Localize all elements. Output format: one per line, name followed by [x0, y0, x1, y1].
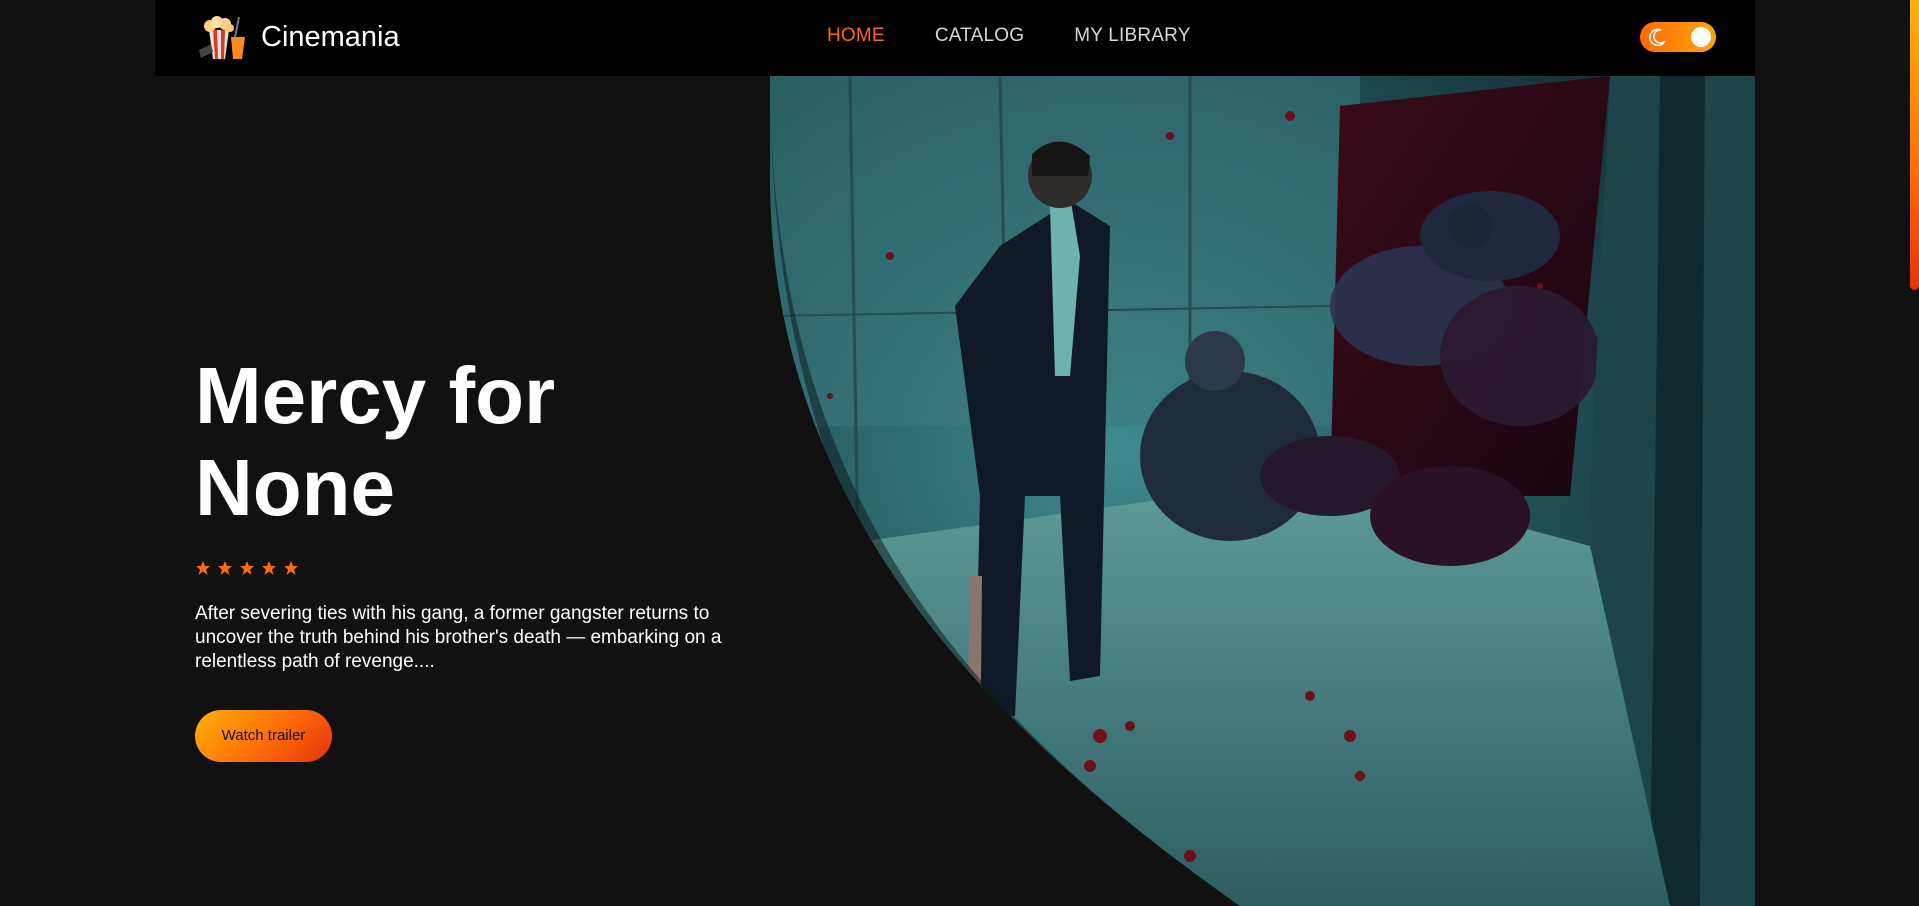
star-icon [240, 561, 254, 575]
nav-catalog[interactable]: CATALOG [935, 25, 1024, 47]
main-nav: HOME CATALOG MY LIBRARY [827, 25, 1191, 47]
logo-text: Cinemania [261, 20, 400, 53]
star-icon [196, 561, 210, 575]
nav-my-library[interactable]: MY LIBRARY [1074, 25, 1190, 47]
hero-content: Mercy for None After severing ties with … [195, 350, 755, 762]
toggle-knob [1691, 27, 1711, 47]
logo[interactable]: Cinemania [195, 12, 400, 62]
star-icon [284, 561, 298, 575]
hero-backdrop-image [770, 76, 1755, 906]
nav-home[interactable]: HOME [827, 25, 885, 47]
header: Cinemania HOME CATALOG MY LIBRARY [155, 0, 1755, 76]
hero-title: Mercy for None [195, 351, 556, 532]
star-icon [262, 561, 276, 575]
moon-icon [1649, 28, 1666, 47]
theme-toggle[interactable] [1640, 22, 1716, 52]
star-icon [218, 561, 232, 575]
scrollbar-thumb[interactable] [1910, 0, 1919, 290]
watch-trailer-button[interactable]: Watch trailer [195, 710, 332, 762]
hero-description: After severing ties with his gang, a for… [195, 603, 722, 672]
page: Cinemania HOME CATALOG MY LIBRARY Mercy … [155, 0, 1755, 906]
popcorn-logo-icon [199, 16, 245, 59]
star-rating [195, 560, 755, 576]
